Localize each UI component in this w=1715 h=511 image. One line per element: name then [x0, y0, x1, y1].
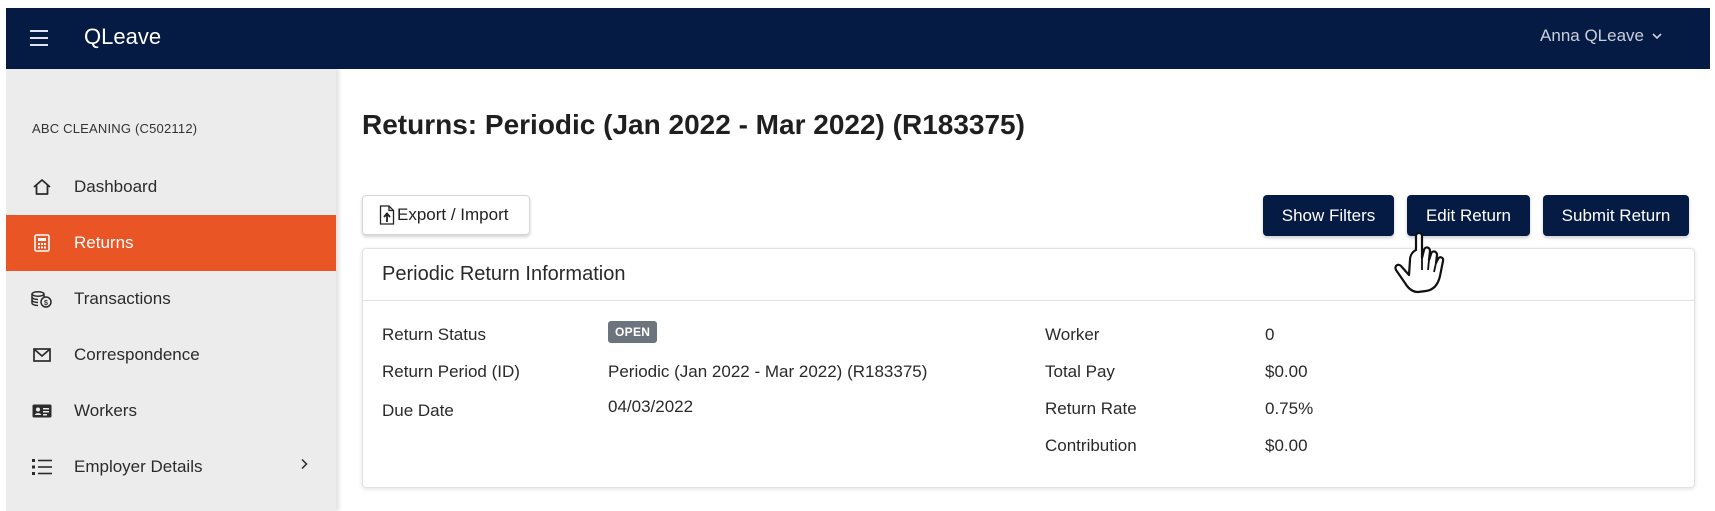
chevron-down-icon	[1652, 32, 1662, 39]
return-status-label: Return Status	[382, 325, 486, 344]
card-title: Periodic Return Information	[363, 249, 1694, 301]
file-upload-icon	[379, 205, 395, 225]
sidebar-item-correspondence[interactable]: Correspondence	[6, 327, 336, 383]
sidebar-item-label: Correspondence	[74, 345, 200, 364]
return-period-value: Periodic (Jan 2022 - Mar 2022) (R183375)	[608, 362, 928, 381]
total-pay-label: Total Pay	[1045, 362, 1115, 381]
return-info-card: Periodic Return Information Return Statu…	[362, 248, 1695, 488]
due-date-label: Due Date	[382, 401, 454, 420]
hamburger-menu-icon[interactable]	[30, 30, 48, 46]
top-navbar: QLeave Anna QLeave	[6, 8, 1710, 69]
sidebar-item-label: Workers	[74, 401, 137, 420]
svg-text:$: $	[44, 300, 48, 307]
coins-icon: $	[31, 288, 53, 310]
due-date-value: 04/03/2022	[608, 397, 694, 416]
page-title: Returns: Periodic (Jan 2022 - Mar 2022) …	[362, 109, 1025, 140]
submit-return-button[interactable]: Submit Return	[1543, 195, 1689, 236]
id-card-icon	[31, 400, 53, 422]
return-rate-label: Return Rate	[1045, 399, 1137, 418]
chevron-right-icon	[301, 458, 308, 470]
home-icon	[31, 176, 53, 198]
calculator-icon	[31, 232, 53, 254]
status-badge: OPEN	[608, 321, 658, 343]
return-period-label: Return Period (ID)	[382, 362, 520, 381]
return-rate-value: 0.75%	[1265, 399, 1314, 418]
export-import-label: Export / Import	[397, 205, 509, 224]
contribution-value: $0.00	[1265, 436, 1308, 455]
sidebar-item-transactions[interactable]: $ Transactions	[6, 271, 336, 327]
sidebar-item-label: Returns	[74, 233, 134, 252]
worker-label: Worker	[1045, 325, 1100, 344]
sidebar-item-dashboard[interactable]: Dashboard	[6, 159, 336, 215]
show-filters-button[interactable]: Show Filters	[1263, 195, 1394, 236]
sidebar-item-label: Dashboard	[74, 177, 158, 196]
app-title[interactable]: QLeave	[84, 24, 161, 50]
list-icon	[31, 456, 53, 478]
sidebar-item-returns[interactable]: Returns	[6, 215, 336, 271]
export-import-button[interactable]: Export / Import	[362, 195, 530, 235]
hand-pointer-icon	[1394, 231, 1445, 294]
employer-name: ABC CLEANING (C502112)	[32, 121, 198, 136]
app-window: QLeave Anna QLeave ABC CLEANING (C502112…	[6, 8, 1710, 511]
worker-value: 0	[1265, 325, 1275, 344]
user-menu[interactable]: Anna QLeave	[1540, 26, 1662, 46]
sidebar-item-label: Transactions	[74, 289, 171, 308]
sidebar-item-employer-details[interactable]: Employer Details	[6, 439, 336, 495]
contribution-label: Contribution	[1045, 436, 1137, 455]
total-pay-value: $0.00	[1265, 362, 1308, 381]
sidebar-item-workers[interactable]: Workers	[6, 383, 336, 439]
user-name: Anna QLeave	[1540, 26, 1644, 45]
sidebar: ABC CLEANING (C502112) Dashboard Returns…	[6, 69, 336, 511]
sidebar-item-label: Employer Details	[74, 457, 203, 476]
envelope-icon	[31, 344, 53, 366]
